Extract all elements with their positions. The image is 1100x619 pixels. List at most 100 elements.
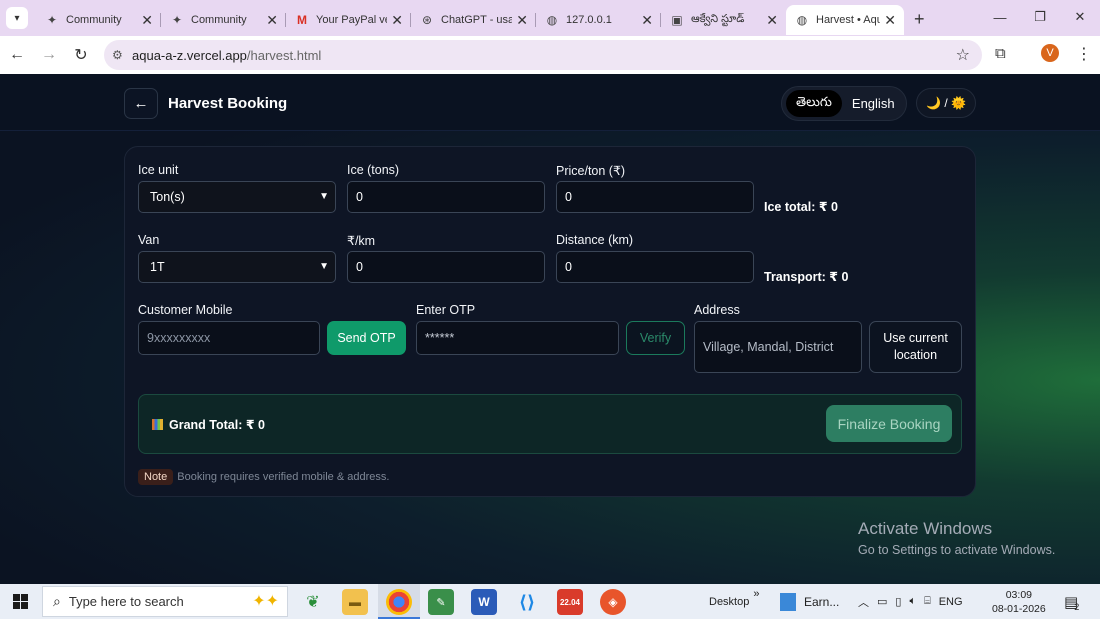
browser-tab[interactable]: ⊛ ChatGPT - usa ✕: [411, 5, 536, 35]
app-leaf-icon[interactable]: ❦: [300, 589, 326, 615]
distance-input[interactable]: 0: [556, 251, 754, 283]
send-otp-button[interactable]: Send OTP: [327, 321, 406, 355]
app-header: ← Harvest Booking తెలుగు English 🌙 / 🌞: [0, 74, 1100, 131]
site-info-icon[interactable]: ⚙: [112, 48, 132, 62]
close-tab-icon[interactable]: ✕: [884, 12, 896, 29]
mobile-input[interactable]: 9xxxxxxxxx: [138, 321, 320, 355]
close-tab-icon[interactable]: ✕: [766, 12, 778, 29]
chatgpt-icon: ⊛: [421, 13, 433, 27]
battery-icon[interactable]: ▭: [877, 595, 887, 608]
notifications-button[interactable]: ▤ 2: [1064, 584, 1079, 619]
chrome-icon[interactable]: [386, 589, 412, 615]
watermark-title: Activate Windows: [858, 519, 993, 538]
extensions-icon[interactable]: ⧉: [995, 45, 1006, 62]
photos-app-icon[interactable]: ✎: [428, 589, 454, 615]
chevron-up-icon[interactable]: ︿: [858, 594, 869, 610]
forward-arrow-icon[interactable]: →: [34, 46, 64, 64]
globe-icon: ◍: [546, 13, 558, 27]
restore-icon[interactable]: ❐: [1020, 0, 1060, 34]
use-location-button[interactable]: Use current location: [869, 321, 962, 373]
use-location-line2: location: [893, 348, 938, 362]
browser-tab-active[interactable]: ◍ Harvest • Aqu ✕: [786, 5, 904, 35]
language-switch: తెలుగు English: [781, 86, 907, 121]
reload-icon[interactable]: ↻: [66, 45, 96, 65]
network-icon[interactable]: ⌸: [924, 595, 931, 608]
ice-tons-label: Ice (tons): [347, 163, 400, 177]
tab-title: ChatGPT - usa: [441, 14, 513, 26]
browser-tab[interactable]: ▣ ఆక్వేని స్టూడ్ ✕: [661, 5, 786, 35]
minimize-icon[interactable]: —: [980, 0, 1020, 34]
address-label: Address: [694, 303, 740, 317]
word-icon[interactable]: W: [471, 589, 497, 615]
otp-placeholder: ******: [425, 331, 455, 345]
close-tab-icon[interactable]: ✕: [141, 12, 153, 29]
clock-date: 08-01-2026: [992, 602, 1046, 615]
ice-tons-input[interactable]: 0: [347, 181, 545, 213]
van-label: Van: [138, 233, 160, 247]
address-input[interactable]: Village, Mandal, District: [694, 321, 862, 373]
expand-chevron-icon: »: [753, 587, 760, 600]
diamond-icon: ✦: [46, 13, 58, 27]
globe-icon: ◍: [796, 13, 808, 27]
file-explorer-icon[interactable]: ▬: [342, 589, 368, 615]
bookmark-star-icon[interactable]: ☆: [956, 45, 970, 65]
tab-title: Your PayPal ve: [316, 14, 388, 26]
back-button[interactable]: ←: [124, 88, 158, 119]
back-arrow-icon[interactable]: ←: [2, 46, 32, 64]
close-window-icon[interactable]: ✕: [1060, 0, 1100, 34]
tab-title: Community: [66, 14, 122, 26]
url-path: /harvest.html: [246, 47, 322, 63]
close-tab-icon[interactable]: ✕: [391, 12, 403, 29]
distance-label: Distance (km): [556, 233, 634, 247]
close-tab-icon[interactable]: ✕: [516, 12, 528, 29]
booking-form-card: Ice unit Ton(s) ▼ Ice (tons) 0 Price/ton…: [124, 146, 976, 497]
browser-tab[interactable]: M Your PayPal ve ✕: [286, 5, 411, 35]
per-km-input[interactable]: 0: [347, 251, 545, 283]
close-tab-icon[interactable]: ✕: [641, 12, 653, 29]
van-select[interactable]: 1T ▼: [138, 251, 336, 283]
lang-english-button[interactable]: English: [842, 90, 905, 117]
browser-tab[interactable]: ✦ Community ✕: [161, 5, 286, 35]
desktop-toolbar[interactable]: Desktop »: [709, 584, 759, 619]
browser-tab[interactable]: ◍ 127.0.0.1 ✕: [536, 5, 661, 35]
ice-unit-label: Ice unit: [138, 163, 179, 177]
app-viewport: ← Harvest Booking తెలుగు English 🌙 / 🌞 I…: [0, 74, 1100, 584]
lang-telugu-button[interactable]: తెలుగు: [786, 90, 842, 117]
per-km-label: ₹/km: [347, 234, 376, 248]
grand-total-text: Grand Total: ₹ 0: [169, 418, 265, 432]
taskbar-search[interactable]: ⌕ Type here to search ✦✦: [42, 586, 288, 617]
calendar-app-icon[interactable]: 22.04: [557, 589, 583, 615]
tab-search-dropdown-icon[interactable]: ▾: [6, 7, 28, 29]
note-text: Booking requires verified mobile & addre…: [177, 471, 390, 483]
mobile-label: Customer Mobile: [138, 303, 233, 317]
start-button[interactable]: [0, 584, 40, 619]
vscode-icon[interactable]: ⟨⟩: [514, 589, 540, 615]
clock[interactable]: 03:09 08-01-2026: [992, 584, 1046, 619]
address-bar[interactable]: ⚙ aqua-a-z.vercel.app/harvest.html ☆: [104, 40, 982, 70]
otp-input[interactable]: ******: [416, 321, 619, 355]
tab-title: Harvest • Aqu: [816, 14, 881, 26]
theme-toggle-button[interactable]: 🌙 / 🌞: [916, 88, 976, 118]
note-tag: Note: [138, 469, 174, 485]
grand-total: Grand Total: ₹ 0: [152, 417, 265, 432]
browser-tab[interactable]: ✦ Community ✕: [36, 5, 161, 35]
browser-tab-bar: ▾ ✦ Community ✕ ✦ Community ✕ M Your Pay…: [0, 0, 1100, 36]
speaker-icon[interactable]: 🔈︎: [909, 595, 916, 608]
language-indicator[interactable]: ENG: [939, 596, 963, 608]
window-controls: — ❐ ✕: [980, 0, 1100, 34]
new-tab-icon[interactable]: +: [914, 9, 925, 30]
clock-time: 03:09: [1005, 588, 1032, 601]
menu-kebab-icon[interactable]: ⋮: [1076, 44, 1092, 64]
sparkle-icon: ✦✦: [252, 593, 279, 610]
profile-avatar[interactable]: V: [1041, 44, 1059, 62]
ice-unit-select[interactable]: Ton(s) ▼: [138, 181, 336, 213]
system-tray: ︿ ▭ ▯ 🔈︎ ⌸ ENG: [858, 584, 963, 619]
diamond-icon: ✦: [171, 13, 183, 27]
verify-button[interactable]: Verify: [626, 321, 685, 355]
compass-app-icon[interactable]: ◈: [600, 589, 626, 615]
close-tab-icon[interactable]: ✕: [266, 12, 278, 29]
taskbar-app-earn[interactable]: Earn...: [780, 584, 839, 619]
price-per-ton-input[interactable]: 0: [556, 181, 754, 213]
device-icon[interactable]: ▯: [895, 595, 901, 608]
finalize-booking-button[interactable]: Finalize Booking: [826, 405, 952, 442]
